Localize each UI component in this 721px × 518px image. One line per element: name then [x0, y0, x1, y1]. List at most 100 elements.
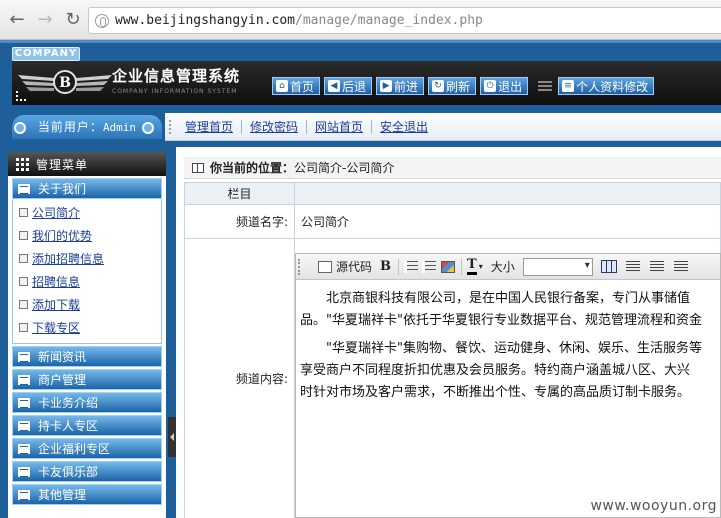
quick-link-site-home[interactable]: 网站首页 — [315, 118, 363, 135]
back-button[interactable]: ◀ 后退 — [324, 77, 373, 95]
sidebar-collapse-handle[interactable] — [168, 417, 176, 457]
grid-icon — [16, 158, 30, 171]
submenu-item[interactable]: 我们的优势 — [13, 224, 161, 247]
logout-button[interactable]: ⏻ 退出 — [480, 77, 529, 95]
channel-content-label: 频道内容: — [184, 238, 295, 518]
menu-group-cardholder[interactable]: 持卡人专区 — [12, 415, 162, 436]
reload-icon[interactable]: ↻ — [62, 9, 84, 31]
column-header: 栏目 — [184, 182, 295, 205]
source-code-button[interactable]: 源代码 — [314, 257, 376, 277]
paragraph-line: 享受商户不同程度折扣优惠及会员服务。特约商户涵盖城八区、大兴 — [300, 363, 691, 378]
editor-content[interactable]: 北京商银科技有限公司，是在中国人民银行备案，专门从事储值 品。"华夏瑞祥卡"依托于… — [296, 280, 720, 410]
submenu-link-jobs[interactable]: 招聘信息 — [32, 273, 80, 290]
grip-icon — [169, 119, 179, 134]
url-text: www.beijingshangyin.com/manage/manage_in… — [115, 13, 483, 28]
table-header-row: 栏目 — [184, 182, 721, 205]
menu-group-news[interactable]: 新闻资讯 — [12, 346, 162, 367]
logo-panel: B 企业信息管理系统 COMPANY INFORMATION SYSTEM ⌂ 首… — [12, 61, 721, 105]
header-toolbar: ⌂ 首页 ◀ 后退 ▶ 前进 ↻ 刷新 ⏻ 退出 ≡ 个人资料修改 — [272, 77, 658, 95]
divider — [461, 258, 463, 275]
main-content: 你当前的位置： 公司简介-公司简介 栏目 频道名字: 公司简介 频道内容: 源代… — [176, 147, 721, 518]
quick-link-safe-logout[interactable]: 安全退出 — [380, 118, 428, 135]
menu-group-label: 企业福利专区 — [38, 442, 111, 456]
system-subtitle: COMPANY INFORMATION SYSTEM — [112, 88, 238, 95]
table-row: 频道名字: 公司简介 — [184, 204, 721, 239]
company-tag: COMPANY — [12, 47, 80, 61]
menu-heading: 管理菜单 — [8, 152, 166, 176]
font-size-label: 大小 — [490, 260, 515, 274]
insert-table-icon[interactable] — [600, 260, 617, 273]
forward-arrow-icon[interactable]: → — [34, 9, 56, 31]
quick-links-bar: 管理首页 修改密码 网站首页 安全退出 — [165, 113, 721, 141]
menu-group-card-business[interactable]: 卡业务介绍 — [12, 392, 162, 413]
app-header: COMPANY B 企业信息管理系统 COMPANY INFORMATION S… — [0, 40, 721, 105]
ordered-list-icon[interactable] — [404, 260, 419, 273]
back-arrow-icon[interactable]: ← — [6, 9, 28, 31]
system-title: 企业信息管理系统 — [112, 67, 241, 85]
submenu-link-company-profile[interactable]: 公司简介 — [32, 204, 80, 221]
quick-link-admin-home[interactable]: 管理首页 — [185, 118, 233, 135]
font-size-select[interactable] — [522, 257, 593, 276]
submenu-link-add-job[interactable]: 添加招聘信息 — [32, 250, 104, 267]
menu-group-welfare[interactable]: 企业福利专区 — [12, 438, 162, 459]
back-label: 后退 — [342, 79, 367, 94]
menu-group-label: 新闻资讯 — [38, 350, 87, 364]
align-left-icon[interactable] — [625, 260, 640, 273]
align-center-icon[interactable] — [649, 260, 664, 273]
current-user-badge: 当前用户：Admin — [12, 115, 162, 139]
sidebar-panel: 管理菜单 关于我们 公司简介 我们的优势 添加招聘信息 招聘信息 添加下载 下载… — [8, 152, 166, 518]
page-icon — [19, 277, 28, 286]
align-right-icon[interactable] — [673, 260, 688, 273]
page-icon — [19, 323, 28, 332]
home-button[interactable]: ⌂ 首页 — [272, 77, 321, 95]
submenu-item[interactable]: 添加招聘信息 — [13, 247, 161, 270]
browser-toolbar: ← → ↻ www.beijingshangyin.com/manage/man… — [0, 0, 721, 40]
url-path: /manage/manage_index.php — [295, 13, 483, 28]
menu-group-merchants[interactable]: 商户管理 — [12, 369, 162, 390]
column-header-blank — [294, 182, 721, 205]
rich-text-editor[interactable]: 源代码 B T▾ 大小 北京商银科技有限公司，是在中国人民银行备案，专门从事储值… — [295, 253, 721, 518]
submenu-link-downloads[interactable]: 下载专区 — [32, 319, 80, 336]
submenu-link-our-advantages[interactable]: 我们的优势 — [32, 227, 92, 244]
menu-group-label: 卡业务介绍 — [38, 396, 99, 410]
menu-heading-label: 管理菜单 — [36, 157, 89, 172]
quick-link-change-password[interactable]: 修改密码 — [250, 118, 298, 135]
submenu-item[interactable]: 添加下载 — [13, 293, 161, 316]
folder-icon — [18, 420, 30, 431]
menu-group-club[interactable]: 卡友俱乐部 — [12, 461, 162, 482]
toolbar-divider-icon — [538, 81, 553, 91]
refresh-icon: ↻ — [432, 80, 445, 92]
menu-group-about-us[interactable]: 关于我们 — [12, 178, 162, 199]
chevron-down-icon[interactable]: ▾ — [479, 262, 483, 271]
page-icon — [19, 254, 28, 263]
divider — [371, 119, 373, 134]
paragraph-line: "华夏瑞祥卡"集购物、餐饮、运动健身、休闲、娱乐、生活服务等 — [326, 341, 702, 356]
channel-name-label: 频道名字: — [184, 204, 295, 239]
insert-object-icon[interactable] — [441, 260, 456, 273]
refresh-button[interactable]: ↻ 刷新 — [428, 77, 477, 95]
breadcrumb-value: 公司简介-公司简介 — [294, 161, 395, 175]
paragraph-line: 品。"华夏瑞祥卡"依托于华夏银行专业数据平台、规范管理流程和资金 — [300, 313, 702, 328]
submenu-link-add-download[interactable]: 添加下载 — [32, 296, 80, 313]
current-user-name: Admin — [102, 121, 137, 134]
dot-grid-icon — [16, 91, 26, 101]
page-info-icon[interactable] — [95, 13, 109, 28]
grip-icon — [298, 258, 304, 275]
menu-group-other[interactable]: 其他管理 — [12, 484, 162, 505]
home-icon: ⌂ — [276, 80, 288, 92]
divider — [306, 119, 308, 134]
unordered-list-icon[interactable] — [422, 260, 437, 273]
forward-icon: ▶ — [380, 80, 393, 92]
folder-icon — [18, 374, 30, 385]
folder-icon — [18, 397, 30, 408]
forward-button[interactable]: ▶ 前进 — [376, 77, 425, 95]
text-color-icon[interactable]: T — [467, 258, 477, 275]
submenu-item[interactable]: 招聘信息 — [13, 270, 161, 293]
profile-edit-button[interactable]: ≡ 个人资料修改 — [558, 77, 655, 95]
address-bar[interactable]: www.beijingshangyin.com/manage/manage_in… — [88, 7, 721, 34]
submenu-item[interactable]: 下载专区 — [13, 316, 161, 339]
submenu-item[interactable]: 公司简介 — [13, 201, 161, 224]
breadcrumb: 你当前的位置： 公司简介-公司简介 — [184, 157, 721, 179]
channel-name-value: 公司简介 — [294, 204, 721, 239]
bold-button[interactable]: B — [376, 257, 395, 277]
